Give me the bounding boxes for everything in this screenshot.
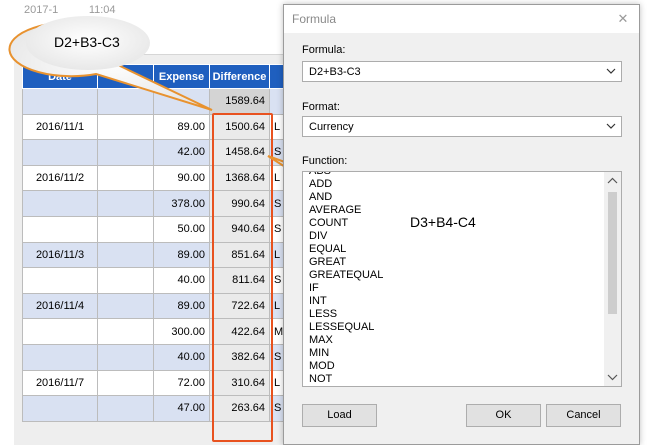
cell-income	[97, 164, 154, 192]
function-list-item[interactable]: ABS	[309, 172, 599, 178]
cell-income	[97, 318, 154, 345]
cell-expense: 378.00	[153, 190, 210, 217]
header-income: ne	[97, 64, 154, 89]
cell-date	[22, 267, 98, 294]
cell-income	[97, 113, 154, 141]
function-label: Function:	[302, 155, 348, 167]
callout-text-2: D3+B4-C4	[410, 214, 476, 230]
cell-expense: 47.00	[153, 395, 210, 422]
cell-income	[97, 292, 154, 320]
cell-income	[97, 241, 154, 269]
cell-income	[97, 139, 154, 166]
chevron-down-icon	[606, 68, 616, 74]
cell-date	[22, 139, 98, 166]
function-list-item[interactable]: LESS	[309, 308, 599, 321]
cell-expense: 40.00	[153, 343, 210, 371]
scroll-up-icon[interactable]	[604, 173, 621, 189]
cell-date: 2016/11/4	[22, 292, 98, 320]
cell-income	[97, 88, 154, 115]
function-list-item[interactable]: LESSEQUAL	[309, 321, 599, 334]
cell-date	[22, 343, 98, 371]
cell-date: 2016/11/1	[22, 113, 98, 141]
function-list-item[interactable]: MOD	[309, 360, 599, 373]
format-label: Format:	[302, 101, 340, 113]
function-list-item[interactable]: IF	[309, 282, 599, 295]
function-list-item[interactable]: EQUAL	[309, 243, 599, 256]
function-list-item[interactable]: DIV	[309, 230, 599, 243]
cell-income	[97, 190, 154, 217]
format-value: Currency	[309, 121, 354, 133]
document-date-header: 2017-1 11:04	[24, 4, 116, 16]
dialog-titlebar[interactable]: Formula ✕	[284, 5, 639, 33]
header-date: Date	[22, 64, 98, 89]
table-header-row: Date ne Expense Difference	[22, 64, 300, 89]
cell-income	[97, 215, 154, 243]
cell-date: 2016/11/7	[22, 369, 98, 397]
function-list-item[interactable]: GREATEQUAL	[309, 269, 599, 282]
cell-date: 2016/11/3	[22, 241, 98, 269]
function-list-item[interactable]: ADD	[309, 178, 599, 191]
function-list: ABS ADD AND AVERAGE COUNT DIV EQUAL GREAT GREATE…	[309, 172, 599, 386]
cell-date: 2016/11/2	[22, 164, 98, 192]
cell-expense: 42.00	[153, 139, 210, 166]
function-list-item[interactable]: MIN	[309, 347, 599, 360]
function-list-item[interactable]: AND	[309, 191, 599, 204]
cell-income	[97, 267, 154, 294]
close-icon[interactable]: ✕	[615, 11, 631, 27]
cell-expense: 40.00	[153, 267, 210, 294]
cell-expense	[153, 88, 210, 115]
cell-date	[22, 88, 98, 115]
formula-value: D2+B3-C3	[309, 66, 361, 78]
table-row: 1589.64	[22, 88, 300, 115]
function-list-item[interactable]: NOT	[309, 373, 599, 386]
scroll-down-icon[interactable]	[604, 369, 621, 385]
cell-date	[22, 190, 98, 217]
function-listbox[interactable]: ABS ADD AND AVERAGE COUNT DIV EQUAL GREAT GREATE…	[302, 171, 622, 387]
function-list-item[interactable]: INT	[309, 295, 599, 308]
cell-date	[22, 395, 98, 422]
cell-expense: 89.00	[153, 241, 210, 269]
function-list-item[interactable]: MAX	[309, 334, 599, 347]
load-button[interactable]: Load	[302, 404, 377, 427]
scrollbar-thumb[interactable]	[608, 192, 617, 314]
header-expense: Expense	[153, 64, 210, 89]
formula-combobox[interactable]: D2+B3-C3	[302, 61, 622, 82]
screenshot: 2017-1 11:04 Date ne Expense Difference …	[0, 0, 651, 445]
cell-date	[22, 215, 98, 243]
cell-expense: 89.00	[153, 113, 210, 141]
format-combobox[interactable]: Currency	[302, 116, 622, 137]
function-list-item[interactable]: GREAT	[309, 256, 599, 269]
cell-income	[97, 369, 154, 397]
cell-expense: 89.00	[153, 292, 210, 320]
cell-expense: 50.00	[153, 215, 210, 243]
function-scrollbar[interactable]	[604, 172, 621, 386]
cell-difference: 1589.64	[209, 88, 270, 115]
dialog-title: Formula	[292, 12, 337, 26]
difference-highlight-box	[212, 113, 273, 442]
cell-income	[97, 395, 154, 422]
header-difference: Difference	[209, 64, 270, 89]
ok-button[interactable]: OK	[466, 404, 541, 427]
cell-expense: 90.00	[153, 164, 210, 192]
cancel-button[interactable]: Cancel	[546, 404, 621, 427]
cell-expense: 72.00	[153, 369, 210, 397]
cell-date	[22, 318, 98, 345]
cell-expense: 300.00	[153, 318, 210, 345]
cell-income	[97, 343, 154, 371]
formula-label: Formula:	[302, 44, 346, 56]
chevron-down-icon	[606, 123, 616, 129]
callout-text-1: D2+B3-C3	[54, 34, 120, 50]
